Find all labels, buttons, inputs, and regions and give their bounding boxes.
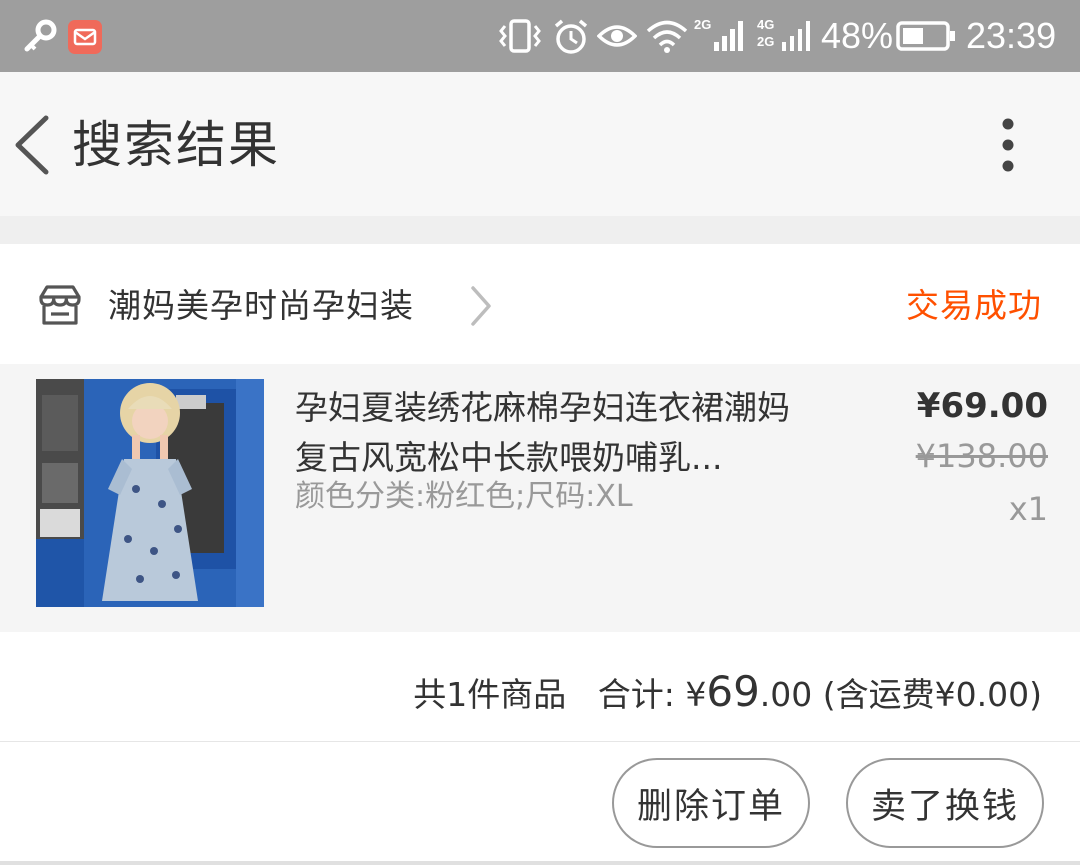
- chevron-right-icon: [471, 286, 491, 326]
- shipping-note: (含运费¥0.00): [812, 675, 1042, 714]
- order-summary-line: 共1件商品 合计: ¥69.00 (含运费¥0.00): [413, 664, 1042, 723]
- signal-icon-2: [782, 21, 810, 51]
- item-sku: 颜色分类:粉红色;尺码:XL: [295, 479, 633, 514]
- delete-order-button[interactable]: 删除订单: [612, 758, 810, 848]
- signal-icon: [714, 21, 743, 51]
- resell-button[interactable]: 卖了换钱: [846, 758, 1044, 848]
- order-status: 交易成功: [906, 286, 1042, 325]
- key-icon: [24, 19, 57, 52]
- store-icon: [39, 285, 81, 325]
- battery-icon: [896, 21, 955, 51]
- battery-percent: 48%: [821, 15, 894, 56]
- page-title: 搜索结果: [72, 116, 280, 174]
- total-currency: ¥: [685, 675, 707, 714]
- vibrate-icon: [499, 19, 541, 53]
- total-integer: 69: [706, 667, 760, 716]
- section-gap: [0, 216, 1080, 244]
- alarm-icon: [554, 19, 588, 54]
- mail-app-icon: [68, 20, 102, 54]
- total-label: 合计:: [597, 675, 686, 714]
- clock: 23:39: [966, 15, 1057, 56]
- network-type-1: 2G: [694, 17, 712, 32]
- item-original-price: ¥138.00: [915, 437, 1048, 475]
- back-chevron-icon[interactable]: [10, 112, 54, 178]
- item-quantity: x1: [1008, 490, 1048, 528]
- network-type-2a: 4G: [757, 17, 775, 32]
- shop-name[interactable]: 潮妈美孕时尚孕妇装: [108, 283, 414, 329]
- wifi-icon: [646, 20, 688, 53]
- product-image[interactable]: [36, 379, 264, 607]
- divider: [0, 741, 1080, 742]
- item-title[interactable]: 孕妇夏装绣花麻棉孕妇连衣裙潮妈复古风宽松中长款喂奶哺乳...: [295, 383, 815, 483]
- item-price: ¥69.00: [916, 386, 1048, 426]
- item-count: 共1件商品: [413, 675, 567, 714]
- bottom-divider: [0, 861, 1080, 865]
- network-type-2b: 2G: [757, 34, 775, 49]
- eye-icon: [597, 25, 637, 47]
- total-decimal: .00: [759, 675, 813, 714]
- more-vertical-icon[interactable]: [994, 114, 1022, 176]
